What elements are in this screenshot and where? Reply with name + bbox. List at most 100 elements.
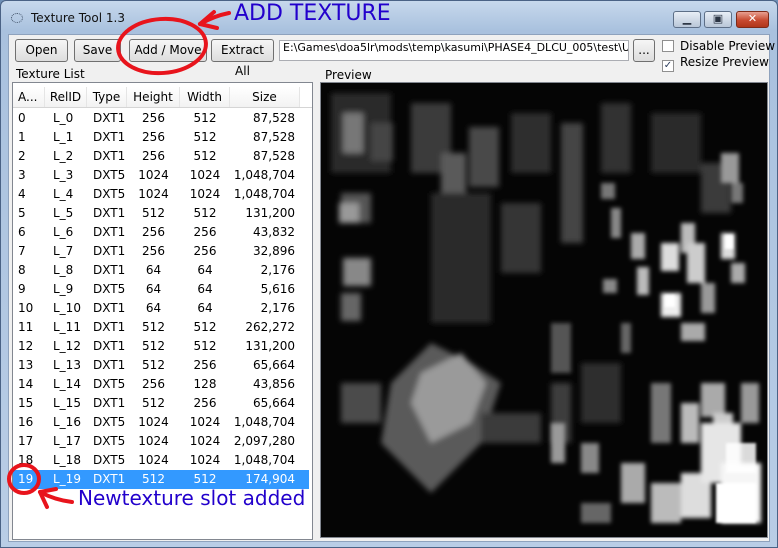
resize-preview-checkbox[interactable]: ✓ Resize Preview — [662, 55, 769, 72]
table-row[interactable]: 9 L_9 DXT5 64 64 5,616 — [13, 280, 312, 299]
table-row[interactable]: 3 L_3 DXT5 1024 1024 1,048,704 — [13, 166, 312, 185]
table-row[interactable]: 1 L_1 DXT1 256 512 87,528 — [13, 128, 312, 147]
table-row[interactable]: 17 L_17 DXT5 1024 1024 2,097,280 — [13, 432, 312, 451]
table-row[interactable]: 11 L_11 DXT1 512 512 262,272 — [13, 318, 312, 337]
row-relid: L_18 — [53, 453, 81, 467]
row-width: 256 — [193, 396, 217, 410]
minimize-button[interactable]: ▁ — [673, 11, 701, 28]
column-header-a[interactable]: A... — [13, 87, 45, 107]
main-panel: Open Save Add / Move Extract All E:\Game… — [8, 34, 775, 542]
maximize-button[interactable]: ▣ — [704, 11, 732, 28]
table-row[interactable]: 10 L_10 DXT1 64 64 2,176 — [13, 299, 312, 318]
row-relid: L_5 — [53, 206, 74, 220]
row-height: 512 — [142, 206, 165, 220]
row-width: 512 — [193, 130, 217, 144]
row-width: 512 — [193, 339, 217, 353]
row-height: 256 — [142, 149, 165, 163]
row-size: 32,896 — [253, 244, 295, 258]
annotation-slot-added: Newtexture slot added — [78, 486, 306, 510]
row-size: 2,176 — [260, 301, 295, 315]
row-type: DXT5 — [93, 434, 126, 448]
row-size: 43,856 — [253, 377, 295, 391]
disable-preview-checkbox[interactable]: Disable Preview — [662, 39, 775, 55]
row-size: 1,048,704 — [233, 453, 295, 467]
table-row[interactable]: 8 L_8 DXT1 64 64 2,176 — [13, 261, 312, 280]
row-relid: L_0 — [53, 111, 74, 125]
row-size: 131,200 — [245, 339, 295, 353]
row-type: DXT1 — [93, 396, 126, 410]
row-size: 1,048,704 — [233, 187, 295, 201]
table-row[interactable]: 13 L_13 DXT1 512 256 65,664 — [13, 356, 312, 375]
row-index: 13 — [18, 358, 34, 372]
row-height: 64 — [145, 301, 162, 315]
row-type: DXT5 — [93, 282, 126, 296]
disable-preview-label: Disable Preview — [680, 39, 776, 53]
texture-list-header: A... RelID Type Height Width Size — [13, 87, 312, 108]
row-width: 1024 — [189, 415, 221, 429]
row-relid: L_12 — [53, 339, 81, 353]
texture-list[interactable]: A... RelID Type Height Width Size 0 L_0 DX… — [12, 82, 313, 540]
row-height: 1024 — [138, 187, 169, 201]
column-header-width[interactable]: Width — [180, 87, 230, 107]
row-index: 15 — [18, 396, 34, 410]
row-index: 5 — [18, 206, 26, 220]
table-row[interactable]: 15 L_15 DXT1 512 256 65,664 — [13, 394, 312, 413]
row-size: 87,528 — [253, 130, 295, 144]
texture-list-label: Texture List — [14, 67, 87, 81]
table-row[interactable]: 7 L_7 DXT1 256 256 32,896 — [13, 242, 312, 261]
row-width: 128 — [193, 377, 217, 391]
row-height: 64 — [145, 282, 162, 296]
resize-preview-box[interactable]: ✓ — [662, 60, 674, 72]
table-row[interactable]: 14 L_14 DXT5 256 128 43,856 — [13, 375, 312, 394]
row-height: 512 — [142, 320, 165, 334]
row-relid: L_2 — [53, 149, 74, 163]
extract-all-button[interactable]: Extract All — [211, 39, 274, 78]
row-width: 1024 — [189, 434, 221, 448]
table-row[interactable]: 18 L_18 DXT5 1024 1024 1,048,704 — [13, 451, 312, 470]
row-type: DXT1 — [93, 320, 126, 334]
row-type: DXT1 — [93, 225, 126, 239]
row-index: 8 — [18, 263, 26, 277]
column-header-relid[interactable]: RelID — [45, 87, 87, 107]
row-height: 256 — [142, 130, 165, 144]
browse-button[interactable]: ... — [633, 39, 655, 62]
row-width: 1024 — [189, 453, 221, 467]
column-header-size[interactable]: Size — [230, 87, 300, 107]
app-icon — [11, 13, 23, 23]
table-row[interactable]: 4 L_4 DXT5 1024 1024 1,048,704 — [13, 185, 312, 204]
row-index: 14 — [18, 377, 34, 391]
table-row[interactable]: 12 L_12 DXT1 512 512 131,200 — [13, 337, 312, 356]
row-width: 512 — [193, 206, 217, 220]
texture-preview — [320, 82, 768, 538]
table-row[interactable]: 16 L_16 DXT5 1024 1024 1,048,704 — [13, 413, 312, 432]
row-type: DXT1 — [93, 149, 126, 163]
row-width: 256 — [193, 225, 217, 239]
open-button[interactable]: Open — [15, 39, 68, 62]
row-width: 1024 — [189, 168, 221, 182]
row-size: 65,664 — [253, 396, 295, 410]
row-height: 512 — [142, 358, 165, 372]
row-relid: L_8 — [53, 263, 74, 277]
column-header-height[interactable]: Height — [127, 87, 180, 107]
table-row[interactable]: 5 L_5 DXT1 512 512 131,200 — [13, 204, 312, 223]
close-button[interactable]: ✕ — [736, 11, 769, 28]
path-input[interactable]: E:\Games\doa5lr\mods\temp\kasumi\PHASE4_… — [279, 40, 629, 61]
table-row[interactable]: 6 L_6 DXT1 256 256 43,832 — [13, 223, 312, 242]
row-relid: L_10 — [53, 301, 81, 315]
table-row[interactable]: 0 L_0 DXT1 256 512 87,528 — [13, 109, 312, 128]
row-relid: L_7 — [53, 244, 74, 258]
table-row[interactable]: 2 L_2 DXT1 256 512 87,528 — [13, 147, 312, 166]
row-size: 43,832 — [253, 225, 295, 239]
row-size: 2,097,280 — [233, 434, 295, 448]
row-height: 256 — [142, 225, 165, 239]
row-index: 7 — [18, 244, 26, 258]
row-height: 1024 — [138, 434, 169, 448]
save-button[interactable]: Save — [74, 39, 121, 62]
column-header-type[interactable]: Type — [87, 87, 127, 107]
row-size: 1,048,704 — [233, 168, 295, 182]
disable-preview-box[interactable] — [662, 40, 674, 52]
row-width: 64 — [197, 282, 213, 296]
row-index: 2 — [18, 149, 26, 163]
row-width: 64 — [197, 263, 213, 277]
add-move-button[interactable]: Add / Move — [129, 39, 207, 62]
